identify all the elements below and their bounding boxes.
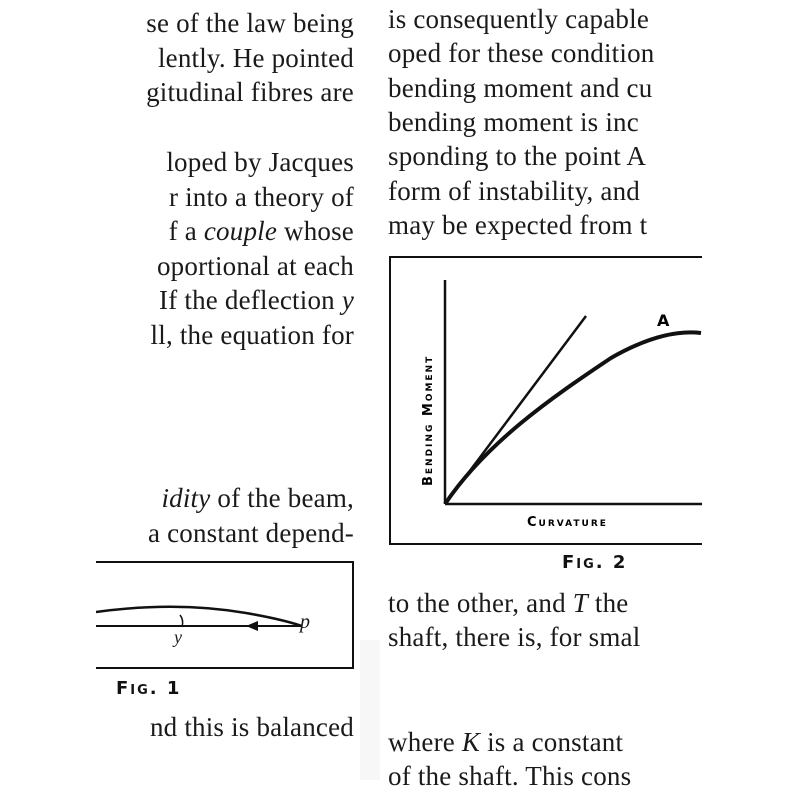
fig2-x-axis-label: Curvature — [527, 515, 608, 530]
right-paragraph-line: sponding to the point A — [388, 141, 647, 172]
right-paragraph-line: of the shaft. This cons — [388, 761, 632, 792]
right-paragraph-line: may be expected from t — [388, 209, 648, 240]
right-paragraph-italic-term: K — [461, 727, 481, 757]
right-column-clip: is consequently capable oped for these co… — [0, 0, 702, 800]
fig2-caption: Fig. 2 — [562, 552, 628, 573]
fig2-chart: A Bending Moment Curvature — [421, 280, 702, 530]
right-paragraph-line: for the material of the — [388, 794, 628, 800]
right-paragraph-line: is consequently capable — [388, 4, 650, 34]
figure-2: A Bending Moment Curvature — [389, 256, 702, 545]
right-paragraph-line: to the other, and T the — [388, 586, 628, 620]
right-paragraph-line: bending moment is inc — [388, 106, 639, 137]
fig2-curve — [443, 330, 702, 506]
right-paragraph-text: where — [388, 727, 462, 757]
right-paragraph-text: the — [587, 588, 629, 618]
right-paragraph-line: oped for these condition — [388, 38, 655, 69]
right-paragraph-line: where K is a constant — [388, 725, 623, 759]
right-paragraph-line: form of instability, and — [388, 175, 641, 206]
right-paragraph-italic-term: T — [572, 588, 588, 618]
right-paragraph-line: shaft, there is, for smal — [388, 622, 641, 653]
fig2-y-axis-label: Bending Moment — [421, 355, 436, 486]
fig2-point-label: A — [657, 311, 670, 330]
right-paragraph-text: to the other, and — [388, 588, 573, 618]
right-paragraph-text: is a constant — [480, 727, 624, 757]
right-paragraph-line: bending moment and cu — [388, 72, 653, 103]
